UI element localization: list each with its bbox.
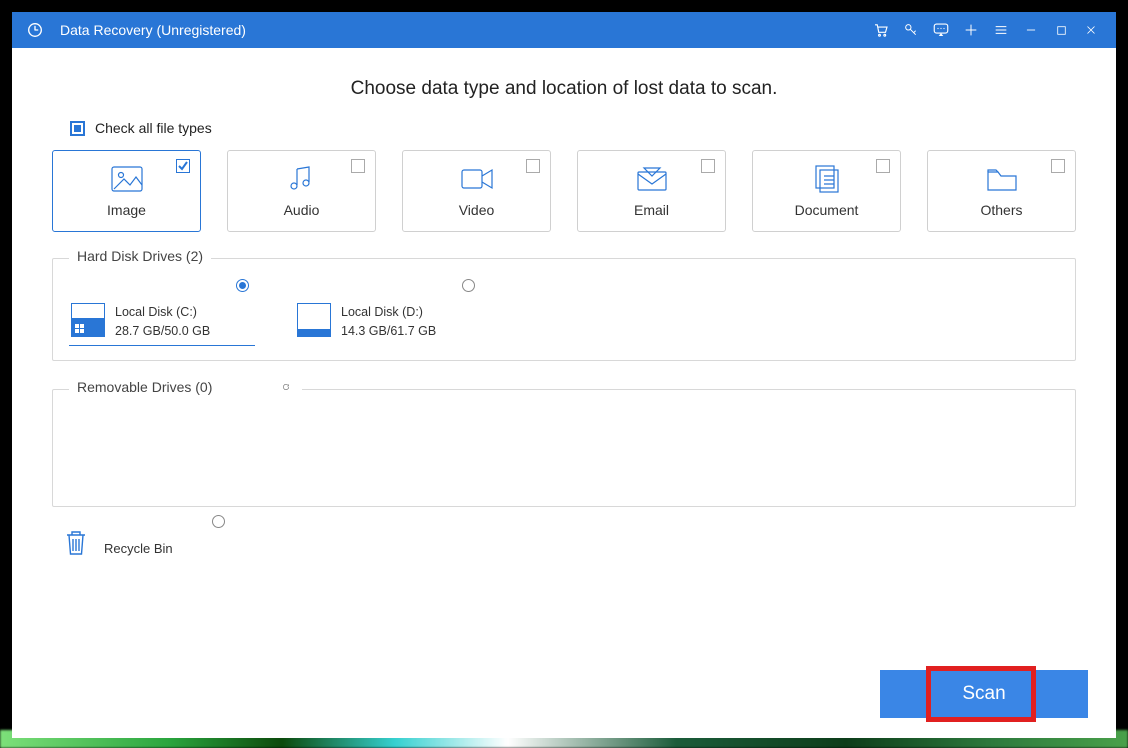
maximize-button[interactable] xyxy=(1046,12,1076,48)
drive-d-icon xyxy=(297,303,331,337)
image-icon xyxy=(109,164,145,194)
app-window: Data Recovery (Unregistered) Choose data… xyxy=(12,12,1116,738)
removable-group-title: Removable Drives (0) xyxy=(69,379,302,395)
app-logo-icon xyxy=(26,21,44,39)
file-type-video-checkbox[interactable] xyxy=(526,159,540,173)
close-button[interactable] xyxy=(1076,12,1106,48)
drive-c-name: Local Disk (C:) xyxy=(115,303,210,322)
file-type-row: Image Audio Video xyxy=(52,150,1076,232)
add-icon[interactable] xyxy=(956,12,986,48)
file-type-others-label: Others xyxy=(980,202,1022,218)
check-all-file-types[interactable]: Check all file types xyxy=(70,120,1076,136)
file-type-email-checkbox[interactable] xyxy=(701,159,715,173)
file-type-image-checkbox[interactable] xyxy=(176,159,190,173)
hard-disk-group: Hard Disk Drives (2) Local Disk (C:) xyxy=(52,258,1076,361)
feedback-icon[interactable] xyxy=(926,12,956,48)
recycle-bin-label: Recycle Bin xyxy=(104,541,173,556)
video-icon xyxy=(459,164,495,194)
file-type-video-label: Video xyxy=(459,202,495,218)
file-type-document-checkbox[interactable] xyxy=(876,159,890,173)
hard-disk-row: Local Disk (C:) 28.7 GB/50.0 GB Local Di… xyxy=(69,281,1059,346)
drive-d-name: Local Disk (D:) xyxy=(341,303,436,322)
refresh-icon[interactable] xyxy=(278,379,294,395)
drive-c-usage: 28.7 GB/50.0 GB xyxy=(115,322,210,341)
file-type-others[interactable]: Others xyxy=(927,150,1076,232)
file-type-audio-checkbox[interactable] xyxy=(351,159,365,173)
drive-local-c[interactable]: Local Disk (C:) 28.7 GB/50.0 GB xyxy=(69,281,255,346)
file-type-email-label: Email xyxy=(634,202,669,218)
drive-local-d-radio[interactable] xyxy=(462,279,475,292)
drive-d-usage: 14.3 GB/61.7 GB xyxy=(341,322,436,341)
folder-icon xyxy=(984,164,1020,194)
email-icon xyxy=(634,164,670,194)
hard-disk-group-title: Hard Disk Drives (2) xyxy=(69,248,211,264)
check-all-label: Check all file types xyxy=(95,120,212,136)
page-heading: Choose data type and location of lost da… xyxy=(52,78,1076,100)
menu-icon[interactable] xyxy=(986,12,1016,48)
file-type-document-label: Document xyxy=(795,202,859,218)
check-all-checkbox-mixed[interactable] xyxy=(70,121,85,136)
file-type-audio[interactable]: Audio xyxy=(227,150,376,232)
content-area: Choose data type and location of lost da… xyxy=(12,48,1116,738)
recycle-bin-option[interactable]: Recycle Bin xyxy=(64,529,1076,559)
app-title: Data Recovery (Unregistered) xyxy=(60,22,246,38)
file-type-video[interactable]: Video xyxy=(402,150,551,232)
file-type-others-checkbox[interactable] xyxy=(1051,159,1065,173)
file-type-document[interactable]: Document xyxy=(752,150,901,232)
windows-logo-icon xyxy=(75,324,85,334)
trash-icon xyxy=(64,529,90,559)
audio-icon xyxy=(284,164,320,194)
file-type-email[interactable]: Email xyxy=(577,150,726,232)
minimize-button[interactable] xyxy=(1016,12,1046,48)
file-type-image[interactable]: Image xyxy=(52,150,201,232)
document-icon xyxy=(809,164,845,194)
title-bar: Data Recovery (Unregistered) xyxy=(12,12,1116,48)
key-icon[interactable] xyxy=(896,12,926,48)
scan-button[interactable]: Scan xyxy=(880,670,1088,718)
drive-local-c-radio[interactable] xyxy=(236,279,249,292)
drive-local-d[interactable]: Local Disk (D:) 14.3 GB/61.7 GB xyxy=(295,281,481,346)
drive-c-icon xyxy=(71,303,105,337)
file-type-image-label: Image xyxy=(107,202,146,218)
file-type-audio-label: Audio xyxy=(284,202,320,218)
removable-drives-group: Removable Drives (0) xyxy=(52,389,1076,507)
cart-icon[interactable] xyxy=(866,12,896,48)
recycle-bin-radio[interactable] xyxy=(212,515,225,528)
